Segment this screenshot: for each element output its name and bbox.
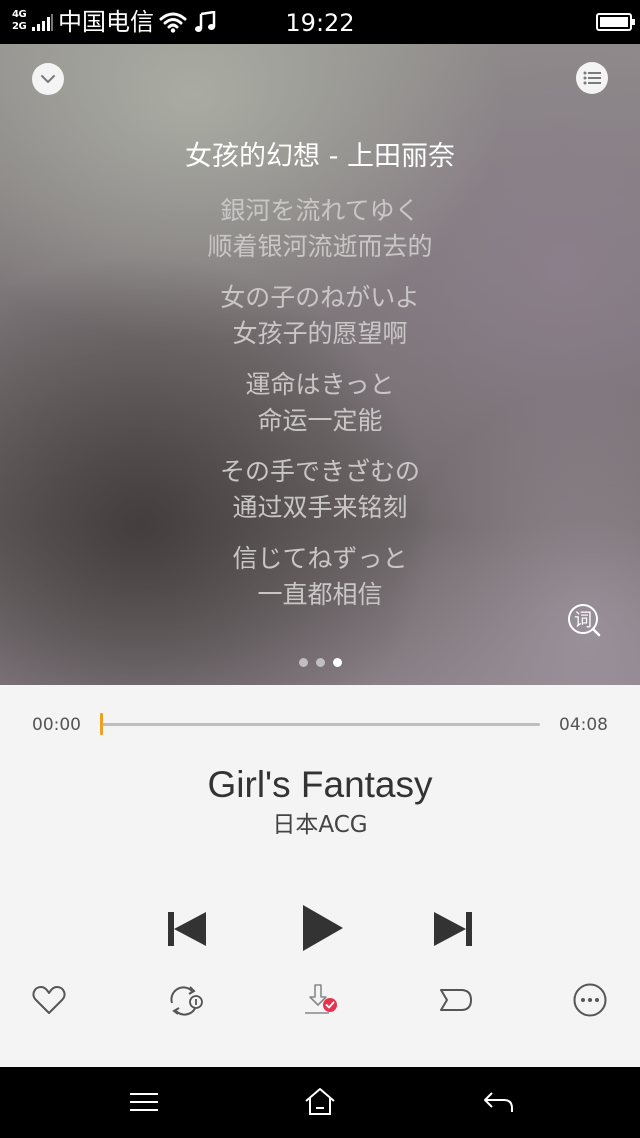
lyric-line: 女の子のねがいよ [220, 283, 420, 312]
next-button[interactable] [430, 906, 476, 952]
repeat-one-icon [170, 986, 203, 1016]
favorite-button[interactable] [31, 982, 67, 1018]
menu-button[interactable] [127, 1087, 161, 1117]
lyric-line: 一直都相信 [257, 580, 383, 609]
progress-thumb[interactable] [100, 713, 103, 735]
home-button[interactable] [303, 1087, 337, 1117]
next-icon [434, 912, 472, 946]
lyric-line: 信じてねずっと [232, 544, 408, 573]
current-time: 00:00 [32, 715, 81, 735]
collapse-button[interactable] [32, 63, 64, 95]
total-time: 04:08 [559, 715, 608, 735]
page-dot [298, 658, 308, 667]
song-header: 女孩的幻想 - 上田丽奈 [185, 141, 455, 172]
status-bar: 4G 2G 中国电信 19:22 [0, 0, 640, 44]
menu-icon [130, 1093, 158, 1111]
download-icon [305, 984, 337, 1014]
more-icon [573, 983, 607, 1017]
lyric-line: 顺着银河流逝而去的 [207, 232, 433, 261]
track-title: Girl's Fantasy [207, 764, 433, 805]
lyric-search-icon: 词 [568, 604, 601, 637]
chevron-down-icon [41, 75, 55, 83]
playlist-icon [583, 71, 601, 85]
progress-bar[interactable] [101, 723, 540, 726]
previous-button[interactable] [164, 906, 210, 952]
home-icon [305, 1088, 335, 1115]
previous-icon [168, 912, 206, 946]
lyric-line: 運命はきっと [245, 370, 395, 399]
play-button[interactable] [297, 901, 347, 955]
heart-icon [32, 986, 66, 1014]
navigation-bar [0, 1067, 640, 1138]
lyric-line: 通过双手来铭刻 [232, 493, 408, 522]
playlist-button[interactable] [576, 62, 608, 94]
lyric-button-label: 词 [574, 610, 592, 631]
battery-icon [596, 13, 635, 31]
repeat-mode-button[interactable] [166, 982, 206, 1018]
page-indicator [0, 658, 640, 667]
lyric-line: 銀河を流れてゆく [220, 196, 420, 225]
lyric-search-button[interactable]: 词 [566, 602, 602, 638]
page-dot-active [332, 658, 342, 667]
back-icon [484, 1092, 513, 1112]
play-icon [303, 905, 343, 951]
track-artist[interactable]: 日本ACG [0, 811, 640, 839]
player-controls: 00:00 04:08 Girl's Fantasy 日本ACG [0, 685, 640, 1067]
back-button[interactable] [481, 1087, 515, 1117]
more-button[interactable] [572, 982, 608, 1018]
tag-button[interactable] [438, 982, 474, 1018]
page-dot [315, 658, 325, 667]
lyrics-panel[interactable]: 女孩的幻想 - 上田丽奈 銀河を流れてゆく 顺着银河流逝而去的 女の子のねがいよ… [0, 44, 640, 685]
lyric-line: 命运一定能 [257, 406, 383, 435]
lyric-line: その手できざむの [219, 457, 420, 486]
status-time: 19:22 [285, 9, 355, 37]
lyric-line: 女孩子的愿望啊 [232, 319, 408, 348]
download-button[interactable] [303, 982, 341, 1018]
tag-icon [440, 989, 472, 1011]
